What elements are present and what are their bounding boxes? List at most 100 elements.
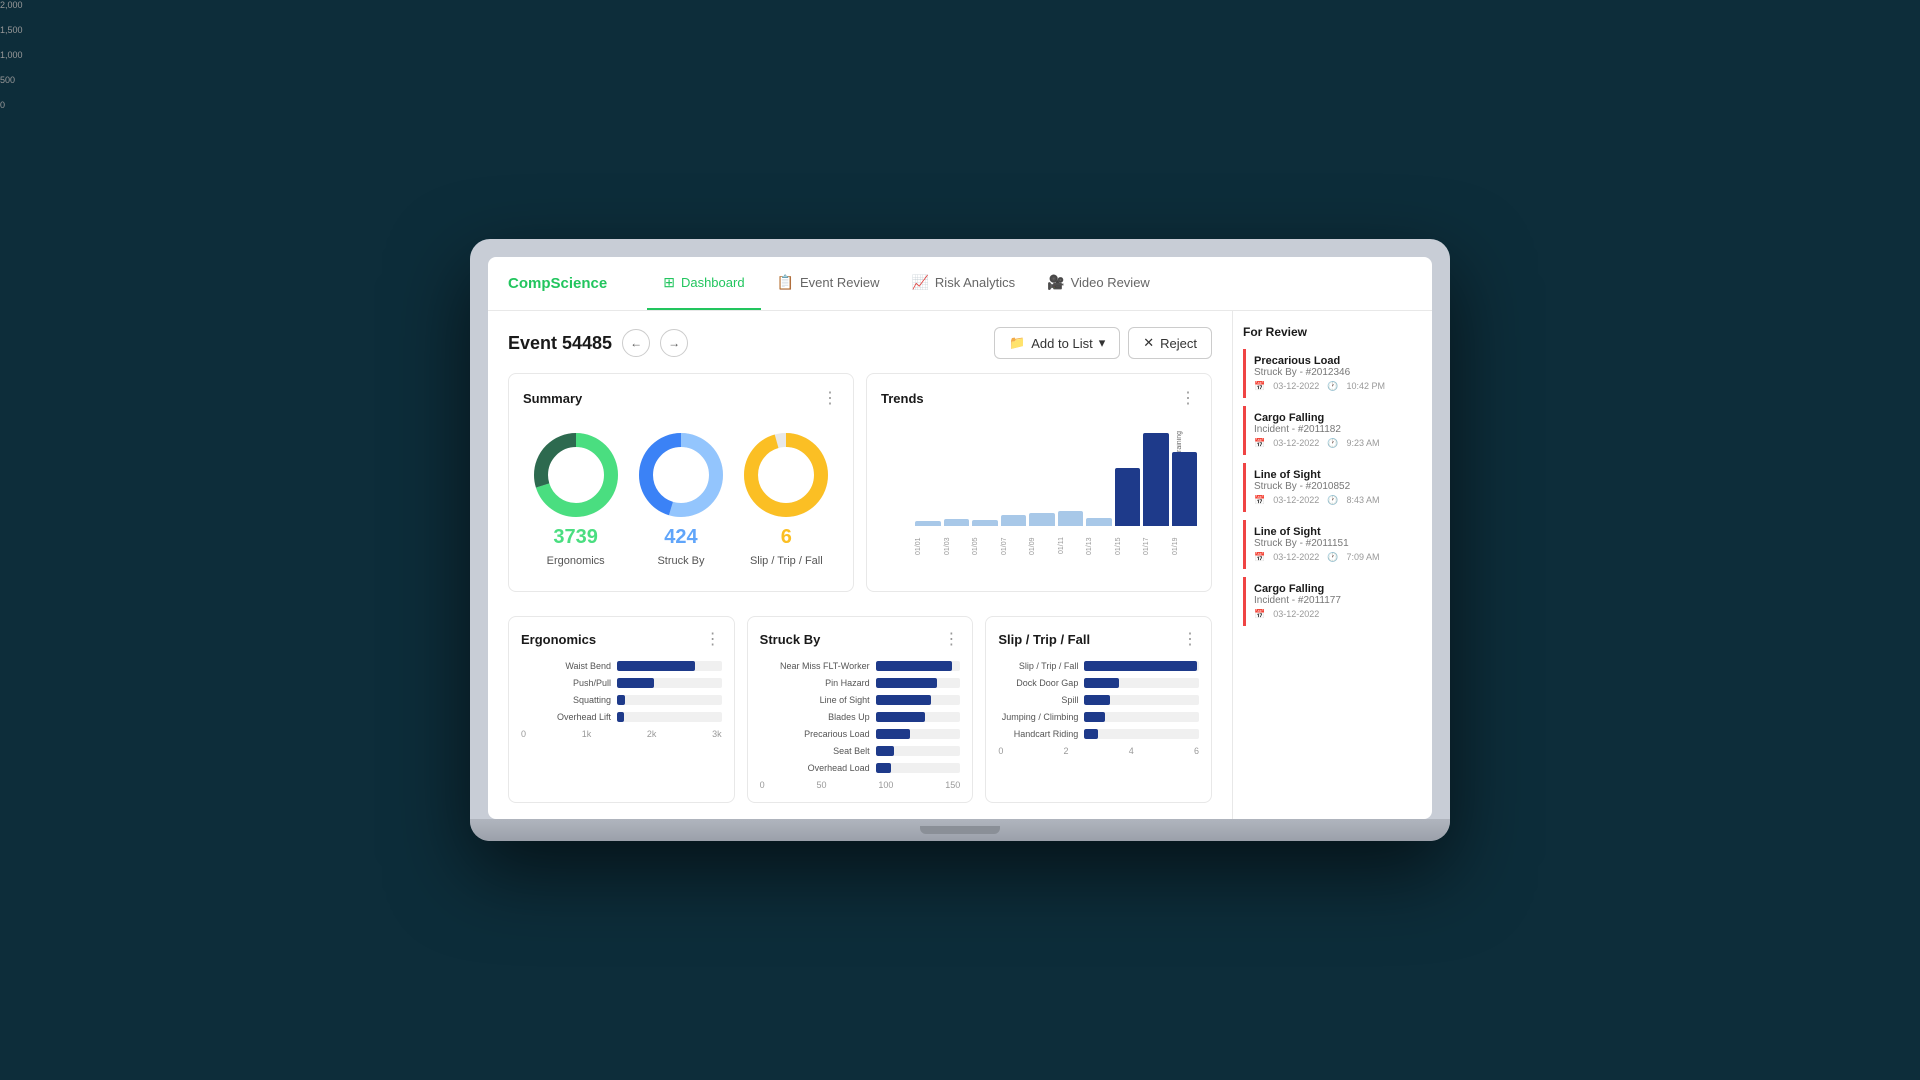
x-label-0: 01/01 xyxy=(915,532,941,560)
review-item-4[interactable]: Cargo Falling Incident - #2011177 📅 03-1… xyxy=(1243,577,1422,626)
tab-risk-analytics[interactable]: 📈 Risk Analytics xyxy=(895,257,1031,310)
trend-bar-4 xyxy=(1029,513,1055,526)
video-review-icon: 🎥 xyxy=(1047,274,1064,291)
stf-fill xyxy=(1084,661,1196,671)
reject-button[interactable]: ✕ Reject xyxy=(1128,327,1212,359)
struck-by-donut: 424 Struck By xyxy=(636,430,726,567)
for-review-title: For Review xyxy=(1243,325,1422,339)
overhead-load-track xyxy=(876,763,961,773)
tab-event-review[interactable]: 📋 Event Review xyxy=(761,257,896,310)
hbar-row-pin-hazard: Pin Hazard xyxy=(760,678,961,688)
ergonomics-hbar-chart: Waist Bend Push/Pull xyxy=(521,661,722,722)
hbar-row-squatting: Squatting xyxy=(521,695,722,705)
content-area: Event 54485 ← → 📁 Add to List ▾ ✕ Reject xyxy=(488,311,1232,819)
jumping-climbing-fill xyxy=(1084,712,1105,722)
x-label-5: 01/11 xyxy=(1058,532,1084,560)
push-pull-track xyxy=(617,678,722,688)
tab-video-review-label: Video Review xyxy=(1071,275,1150,290)
x-label-1: 01/03 xyxy=(944,532,970,560)
summary-more-button[interactable]: ⋮ xyxy=(822,388,839,408)
laptop-screen: CompScience ⊞ Dashboard 📋 Event Review 📈… xyxy=(488,257,1432,819)
review-item-2[interactable]: Line of Sight Struck By - #2010852 📅 03-… xyxy=(1243,463,1422,512)
squatting-label: Squatting xyxy=(521,695,611,705)
trend-bar-9 xyxy=(1172,452,1198,526)
review-item-1-time: 9:23 AM xyxy=(1346,438,1379,449)
struck-by-chart-card: Struck By ⋮ Near Miss FLT-Worker xyxy=(747,616,974,803)
ergonomics-more-button[interactable]: ⋮ xyxy=(705,629,722,649)
review-item-1[interactable]: Cargo Falling Incident - #2011182 📅 03-1… xyxy=(1243,406,1422,455)
review-item-2-date: 03-12-2022 xyxy=(1273,495,1319,506)
struck-by-x-axis: 0 50 100 150 xyxy=(760,780,961,790)
blades-up-label: Blades Up xyxy=(760,712,870,722)
stf-chart-header: Slip / Trip / Fall ⋮ xyxy=(998,629,1199,649)
pin-hazard-fill xyxy=(876,678,937,688)
next-arrow[interactable]: → xyxy=(660,329,688,357)
overhead-load-label: Overhead Load xyxy=(760,763,870,773)
overhead-lift-fill xyxy=(617,712,624,722)
dock-door-gap-label: Dock Door Gap xyxy=(998,678,1078,688)
calendar-icon-3: 📅 xyxy=(1254,552,1265,563)
handcart-riding-track xyxy=(1084,729,1199,739)
overhead-lift-track xyxy=(617,712,722,722)
trend-bar-7: Report Delivery xyxy=(1115,468,1141,526)
hbar-row-dock-door-gap: Dock Door Gap xyxy=(998,678,1199,688)
review-item-4-date: 03-12-2022 xyxy=(1273,609,1319,620)
slip-trip-fall-donut-svg xyxy=(741,430,831,520)
stf-x-axis: 0 2 4 6 xyxy=(998,746,1199,756)
trends-more-button[interactable]: ⋮ xyxy=(1180,388,1197,408)
near-miss-track xyxy=(876,661,961,671)
top-grid: Summary ⋮ 3739 xyxy=(508,373,1212,604)
calendar-icon-4: 📅 xyxy=(1254,609,1265,620)
waist-bend-label: Waist Bend xyxy=(521,661,611,671)
review-item-1-title: Cargo Falling xyxy=(1254,412,1414,424)
tab-video-review[interactable]: 🎥 Video Review xyxy=(1031,257,1166,310)
review-item-3[interactable]: Line of Sight Struck By - #2011151 📅 03-… xyxy=(1243,520,1422,569)
hbar-row-stf: Slip / Trip / Fall xyxy=(998,661,1199,671)
review-item-0[interactable]: Precarious Load Struck By - #2012346 📅 0… xyxy=(1243,349,1422,398)
laptop-notch xyxy=(920,826,1000,834)
overhead-load-fill xyxy=(876,763,891,773)
dashboard-icon: ⊞ xyxy=(663,274,675,291)
header-actions: 📁 Add to List ▾ ✕ Reject xyxy=(994,327,1212,359)
stf-chart-card: Slip / Trip / Fall ⋮ Slip / Trip / Fall xyxy=(985,616,1212,803)
hbar-row-seat-belt: Seat Belt xyxy=(760,746,961,756)
stf-more-button[interactable]: ⋮ xyxy=(1182,629,1199,649)
ergonomics-x-axis: 0 1k 2k 3k xyxy=(521,729,722,739)
event-header: Event 54485 ← → 📁 Add to List ▾ ✕ Reject xyxy=(508,327,1212,359)
bar-chart-trends: Report Delivery Training xyxy=(915,420,1197,530)
ergonomics-donut-svg xyxy=(531,430,621,520)
line-of-sight-track xyxy=(876,695,961,705)
calendar-icon-0: 📅 xyxy=(1254,381,1265,392)
review-item-0-meta: 📅 03-12-2022 🕐 10:42 PM xyxy=(1254,381,1414,392)
precarious-load-fill xyxy=(876,729,910,739)
dock-door-gap-track xyxy=(1084,678,1199,688)
tab-dashboard[interactable]: ⊞ Dashboard xyxy=(647,257,760,310)
struck-by-chart-header: Struck By ⋮ xyxy=(760,629,961,649)
struck-by-more-button[interactable]: ⋮ xyxy=(943,629,960,649)
add-to-list-button[interactable]: 📁 Add to List ▾ xyxy=(994,327,1120,359)
review-item-3-title: Line of Sight xyxy=(1254,526,1414,538)
review-item-3-time: 7:09 AM xyxy=(1346,552,1379,563)
stf-hbar-chart: Slip / Trip / Fall Dock Door Gap xyxy=(998,661,1199,739)
push-pull-label: Push/Pull xyxy=(521,678,611,688)
summary-title: Summary xyxy=(523,391,582,406)
x-label-2: 01/05 xyxy=(972,532,998,560)
trends-y-axis: 2,000 1,500 1,000 500 0 xyxy=(881,420,911,560)
stf-x-0: 0 xyxy=(998,746,1003,756)
line-of-sight-label: Line of Sight xyxy=(760,695,870,705)
review-item-3-date: 03-12-2022 xyxy=(1273,552,1319,563)
review-item-1-meta: 📅 03-12-2022 🕐 9:23 AM xyxy=(1254,438,1414,449)
clock-icon-2: 🕐 xyxy=(1327,495,1338,506)
review-item-0-title: Precarious Load xyxy=(1254,355,1414,367)
review-item-0-time: 10:42 PM xyxy=(1346,381,1385,392)
for-review-panel: For Review Precarious Load Struck By - #… xyxy=(1232,311,1432,819)
pin-hazard-label: Pin Hazard xyxy=(760,678,870,688)
trends-title: Trends xyxy=(881,391,924,406)
struck-by-value: 424 xyxy=(664,526,697,549)
prev-arrow[interactable]: ← xyxy=(622,329,650,357)
clock-icon-0: 🕐 xyxy=(1327,381,1338,392)
tab-dashboard-label: Dashboard xyxy=(681,275,745,290)
ergonomics-donut: 3739 Ergonomics xyxy=(531,430,621,567)
struck-by-chart-title: Struck By xyxy=(760,632,821,647)
stf-x-2: 2 xyxy=(1064,746,1069,756)
